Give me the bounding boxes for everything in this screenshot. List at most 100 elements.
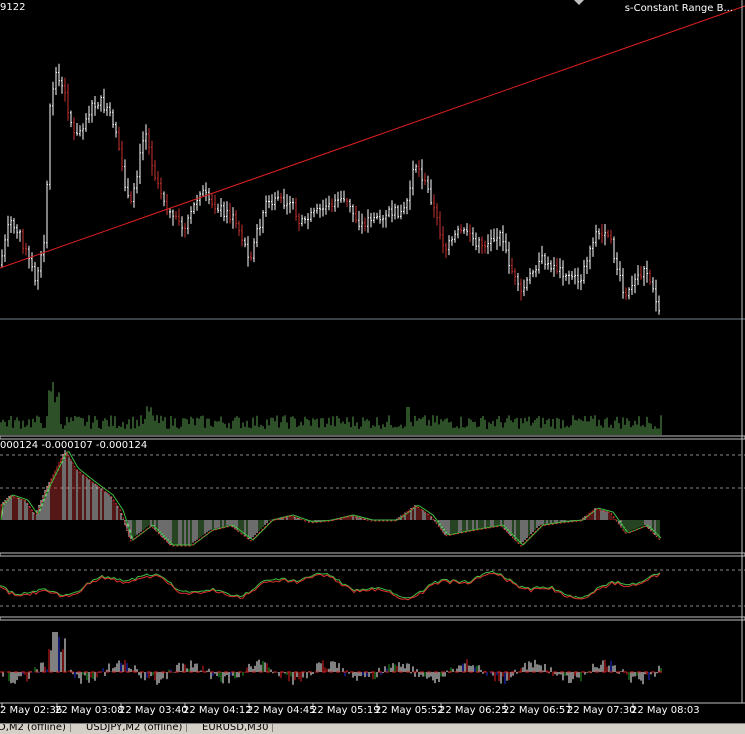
- price-bar: [238, 220, 240, 236]
- price-bar: [316, 203, 318, 214]
- price-bar: [100, 95, 102, 112]
- price-bar: [223, 201, 225, 222]
- time-axis-label: 22 May 07:30: [567, 705, 636, 716]
- price-bar: [382, 215, 384, 228]
- price-bar: [658, 295, 660, 315]
- price-bar: [229, 202, 231, 224]
- price-bar: [121, 140, 123, 172]
- price-bar: [205, 182, 207, 202]
- price-bar: [577, 267, 579, 290]
- price-bar: [616, 252, 618, 276]
- chart-tab[interactable]: USDJPY,M2 (offline): [82, 724, 188, 733]
- price-bar: [163, 191, 165, 207]
- price-bar: [652, 277, 654, 293]
- macd-signal-line-red: [0, 452, 662, 547]
- price-bar: [532, 269, 534, 278]
- chart-shift-marker-icon[interactable]: [574, 0, 584, 5]
- price-bar: [247, 236, 249, 267]
- price-bar: [178, 208, 180, 226]
- price-bar: [376, 212, 378, 220]
- price-bar: [169, 208, 171, 219]
- price-bar: [445, 242, 447, 258]
- price-bar: [394, 203, 396, 220]
- price-bar: [115, 121, 117, 138]
- price-bar: [520, 278, 522, 301]
- price-bar: [268, 195, 270, 209]
- price-bar: [511, 258, 513, 275]
- price-bar: [217, 203, 219, 213]
- price-bar: [598, 228, 600, 240]
- price-bar: [154, 160, 156, 181]
- price-bar: [565, 273, 567, 281]
- price-bar: [148, 128, 150, 155]
- price-bar: [322, 199, 324, 217]
- price-bar: [454, 230, 456, 243]
- price-bar: [208, 188, 210, 205]
- price-bar: [433, 194, 435, 218]
- price-bar: [244, 237, 246, 248]
- price-bar: [274, 192, 276, 211]
- price-bar: [460, 224, 462, 234]
- price-bar: [19, 229, 21, 242]
- price-bar: [298, 213, 300, 231]
- price-bar: [61, 76, 63, 94]
- price-bar: [346, 197, 348, 207]
- price-bar: [67, 83, 69, 121]
- price-bar: [343, 190, 345, 203]
- price-bar: [145, 124, 147, 150]
- price-bar: [367, 209, 369, 233]
- price-bar: [130, 191, 132, 204]
- price-bars: [1, 63, 660, 315]
- price-bar: [646, 260, 648, 283]
- price-bar: [262, 210, 264, 234]
- price-bar: [529, 268, 531, 285]
- time-axis-label: 22 May 05:52: [375, 705, 444, 716]
- price-bar: [103, 88, 105, 114]
- price-bar: [76, 123, 78, 136]
- price-bar: [190, 206, 192, 224]
- price-bar: [643, 266, 645, 286]
- price-bar: [43, 234, 45, 263]
- chart-tab[interactable]: D,M2 (offline): [0, 724, 71, 733]
- subwindow-separator-1: [0, 435, 745, 440]
- price-chart-canvas[interactable]: [0, 0, 745, 733]
- price-bar: [430, 179, 432, 205]
- price-bar: [271, 194, 273, 211]
- price-bar: [649, 269, 651, 285]
- price-bar: [334, 194, 336, 212]
- price-bar: [34, 261, 36, 286]
- price-bar: [388, 206, 390, 218]
- price-bar: [508, 241, 510, 274]
- price-bar: [538, 252, 540, 274]
- price-bar: [181, 216, 183, 237]
- price-bar: [385, 210, 387, 228]
- price-bar: [25, 242, 27, 256]
- price-bar: [493, 228, 495, 243]
- price-bar: [475, 232, 477, 251]
- oscillator-line-1: [0, 570, 661, 599]
- price-bar: [625, 287, 627, 300]
- price-bar: [514, 268, 516, 286]
- price-bar: [619, 261, 621, 282]
- price-bar: [220, 198, 222, 217]
- trendline[interactable]: [0, 5, 745, 269]
- price-bar: [610, 229, 612, 244]
- indicator-title: s-Constant Range B...: [624, 3, 733, 14]
- price-bar: [583, 259, 585, 284]
- time-axis-label: 22 May 06:25: [439, 705, 508, 716]
- chart-tab[interactable]: EURUSD,M30: [198, 724, 274, 733]
- price-bar: [259, 218, 261, 236]
- price-bar: [58, 63, 60, 87]
- price-bar: [292, 198, 294, 210]
- price-bar: [409, 180, 411, 210]
- price-bar: [637, 265, 639, 286]
- price-bar: [463, 227, 465, 234]
- price-bar: [313, 207, 315, 218]
- price-bar: [184, 222, 186, 238]
- price-bar: [574, 268, 576, 285]
- price-bar: [16, 224, 18, 239]
- price-label-partial: 9122: [0, 2, 26, 13]
- price-bar: [364, 217, 366, 232]
- price-bar: [355, 205, 357, 223]
- price-bar: [601, 224, 603, 244]
